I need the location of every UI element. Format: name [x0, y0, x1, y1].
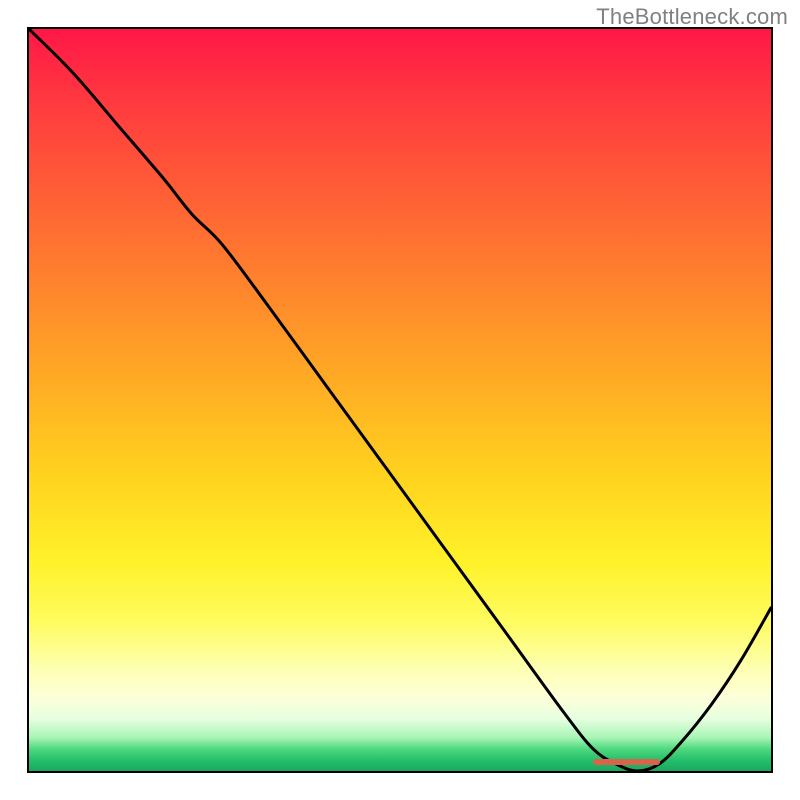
optimal-flat-region-marker — [593, 759, 660, 765]
chart-canvas: TheBottleneck.com — [0, 0, 800, 800]
plot-area — [29, 29, 771, 771]
bottleneck-curve — [29, 29, 771, 771]
